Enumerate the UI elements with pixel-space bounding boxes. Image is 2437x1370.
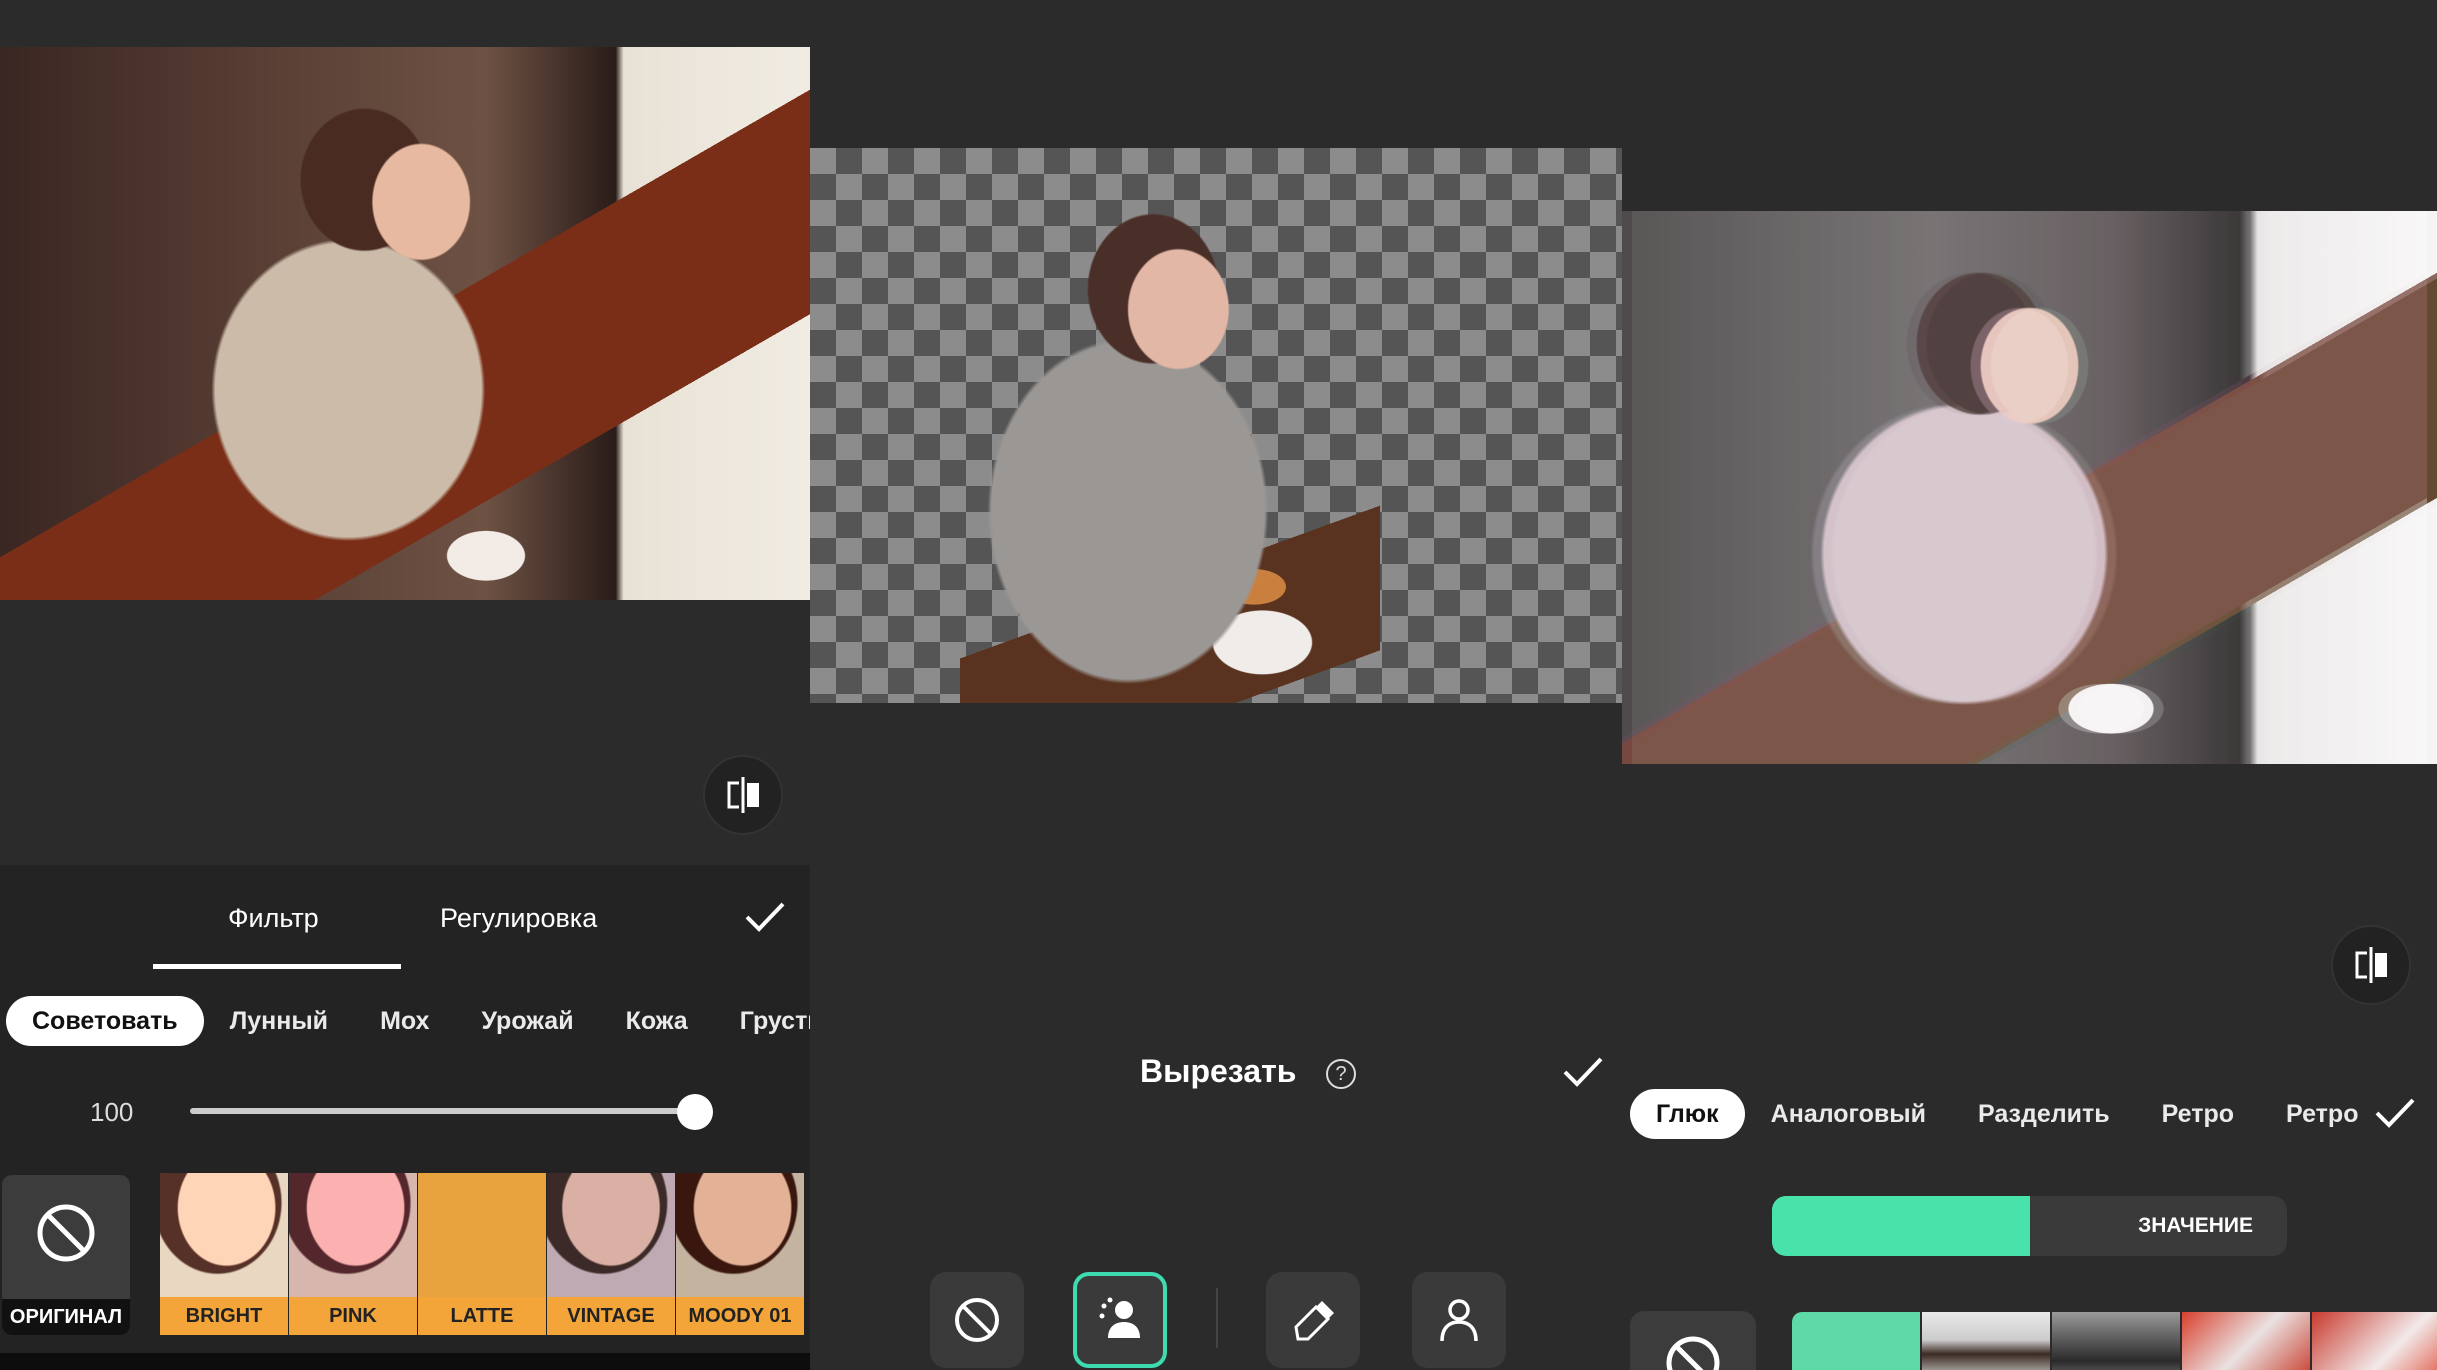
compare-button[interactable] — [2331, 925, 2411, 1005]
category-chip[interactable]: Мох — [354, 996, 455, 1046]
tool-eraser[interactable] — [1266, 1272, 1360, 1368]
filter-thumbnail-strip: BRIGHT PINK LATTE VINTAGE MOODY 01 — [160, 1173, 810, 1335]
auto-person-icon — [1099, 1297, 1140, 1338]
filter-label: PINK — [289, 1297, 417, 1335]
filter-label: VINTAGE — [547, 1297, 675, 1335]
effect-value-slider[interactable]: ЗНАЧЕНИЕ — [1772, 1196, 2287, 1256]
filter-tile[interactable]: VINTAGE — [547, 1173, 675, 1335]
photo-preview — [0, 47, 810, 600]
effect-tile[interactable] — [1792, 1312, 1920, 1370]
category-chip[interactable]: Кожа — [600, 996, 714, 1046]
filter-panel: Фильтр Регулировка Советовать Лунный Мох… — [0, 0, 810, 1370]
no-icon — [1666, 1336, 1720, 1370]
tool-divider — [1216, 1288, 1218, 1348]
effect-value-fill — [1772, 1196, 2030, 1256]
effect-tile[interactable] — [2312, 1312, 2437, 1370]
cutout-subject — [960, 198, 1380, 703]
original-label: ОРИГИНАЛ — [2, 1299, 130, 1335]
compare-icon — [727, 777, 759, 813]
tab-bar: Фильтр Регулировка — [0, 865, 810, 970]
filter-label: LATTE — [418, 1297, 546, 1335]
person-outline-icon — [1440, 1299, 1478, 1342]
filter-thumbnail — [418, 1173, 546, 1297]
tab-filter[interactable]: Фильтр — [228, 903, 319, 934]
filter-thumbnail — [676, 1173, 804, 1297]
filter-label: BRIGHT — [160, 1297, 288, 1335]
filter-thumbnail — [547, 1173, 675, 1297]
effect-value-label: ЗНАЧЕНИЕ — [2138, 1214, 2253, 1237]
effect-thumbnail-strip — [1792, 1312, 2437, 1370]
tool-none[interactable] — [930, 1272, 1024, 1368]
category-chip[interactable]: Урожай — [455, 996, 599, 1046]
bottom-bar — [0, 1353, 810, 1370]
help-icon[interactable]: ? — [1326, 1059, 1356, 1089]
category-chip[interactable]: Лунный — [204, 996, 354, 1046]
transparent-canvas — [810, 148, 1622, 703]
intensity-value: 100 — [90, 1097, 134, 1127]
category-chip[interactable]: Грусть — [714, 996, 810, 1046]
filter-tile[interactable]: BRIGHT — [160, 1173, 288, 1335]
category-chip[interactable]: Аналоговый — [1745, 1089, 1952, 1139]
compare-icon — [2355, 947, 2387, 983]
confirm-check-icon[interactable] — [744, 901, 786, 933]
effect-tile[interactable] — [2052, 1312, 2180, 1370]
no-icon — [37, 1204, 95, 1262]
intensity-slider-track[interactable] — [190, 1108, 698, 1114]
filter-category-list: Советовать Лунный Мох Урожай Кожа Грусть — [6, 996, 810, 1046]
compare-button[interactable] — [703, 755, 783, 835]
filter-controls: Фильтр Регулировка Советовать Лунный Мох… — [0, 865, 810, 1370]
glitch-photo-preview — [1622, 211, 2437, 764]
cutout-panel: Вырезать ? — [810, 0, 1622, 1370]
filter-tile[interactable]: LATTE — [418, 1173, 546, 1335]
category-chip[interactable]: Ретро — [2260, 1089, 2384, 1139]
glitch-overlay-green — [1632, 211, 2437, 764]
confirm-check-icon[interactable] — [1562, 1056, 1604, 1088]
cutout-title: Вырезать — [1140, 1053, 1297, 1089]
tool-person[interactable] — [1412, 1272, 1506, 1368]
tool-auto-person[interactable] — [1073, 1272, 1167, 1368]
category-chip[interactable]: Ретро — [2136, 1089, 2260, 1139]
original-filter-tile[interactable]: ОРИГИНАЛ — [2, 1175, 130, 1335]
filter-tile[interactable]: PINK — [289, 1173, 417, 1335]
filter-tile[interactable]: MOODY 01 — [676, 1173, 804, 1335]
effect-category-list: Глюк Аналоговый Разделить Ретро Ретро — [1630, 1089, 2384, 1139]
intensity-slider-knob[interactable] — [677, 1094, 713, 1130]
no-icon — [955, 1298, 999, 1342]
effect-tile[interactable] — [2182, 1312, 2310, 1370]
effect-tile[interactable] — [1922, 1312, 2050, 1370]
eraser-icon — [1294, 1301, 1334, 1341]
tab-underline — [153, 964, 401, 969]
filter-label: MOODY 01 — [676, 1297, 804, 1335]
tab-adjust[interactable]: Регулировка — [440, 903, 597, 934]
filter-thumbnail — [160, 1173, 288, 1297]
effects-panel: Глюк Аналоговый Разделить Ретро Ретро ЗН… — [1622, 0, 2437, 1370]
confirm-check-icon[interactable] — [2374, 1097, 2416, 1129]
category-chip[interactable]: Советовать — [6, 996, 204, 1046]
category-chip[interactable]: Разделить — [1952, 1089, 2136, 1139]
category-chip[interactable]: Глюк — [1630, 1089, 1745, 1139]
original-effect-tile[interactable] — [1630, 1311, 1756, 1370]
filter-thumbnail — [289, 1173, 417, 1297]
